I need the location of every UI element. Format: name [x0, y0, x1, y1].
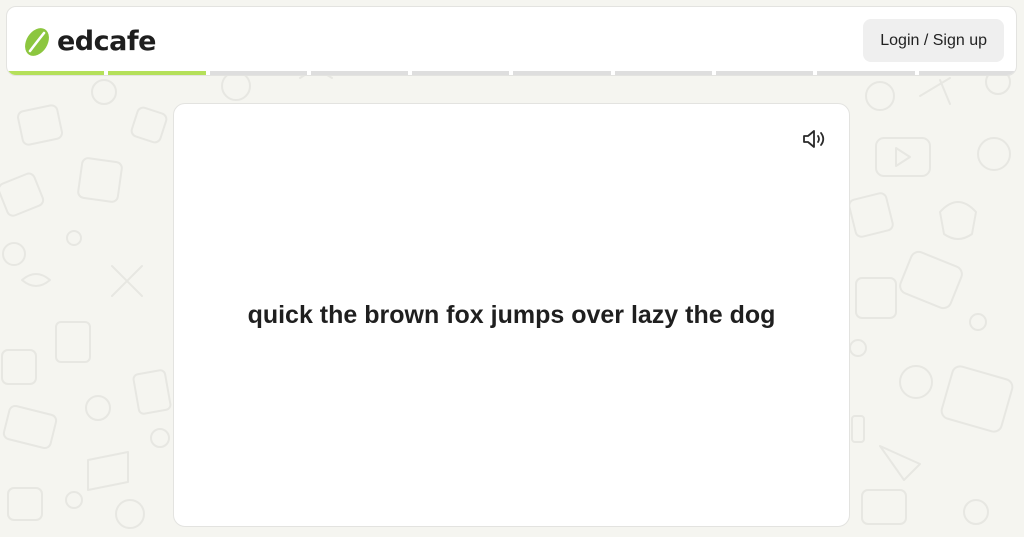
speaker-icon: [802, 128, 828, 153]
progress-segment-completed: [108, 71, 206, 75]
logo-wordmark: edcafe: [57, 26, 156, 57]
edcafe-logo[interactable]: edcafe: [23, 24, 156, 60]
progress-segment: [918, 71, 1016, 75]
coffee-bean-icon: [23, 26, 51, 58]
progress-segment: [412, 71, 510, 75]
progress-bar: [7, 71, 1016, 75]
progress-segment: [209, 71, 307, 75]
flashcard-sentence: quick the brown fox jumps over lazy the …: [247, 301, 776, 329]
progress-segment-completed: [7, 71, 105, 75]
top-bar: edcafe Login / Sign up: [6, 6, 1017, 76]
flashcard: quick the brown fox jumps over lazy the …: [173, 103, 850, 527]
progress-segment: [817, 71, 915, 75]
login-signup-button[interactable]: Login / Sign up: [863, 19, 1004, 62]
play-audio-button[interactable]: [801, 128, 829, 152]
progress-segment: [716, 71, 814, 75]
progress-segment: [513, 71, 611, 75]
progress-segment: [614, 71, 713, 75]
progress-segment: [310, 71, 409, 75]
